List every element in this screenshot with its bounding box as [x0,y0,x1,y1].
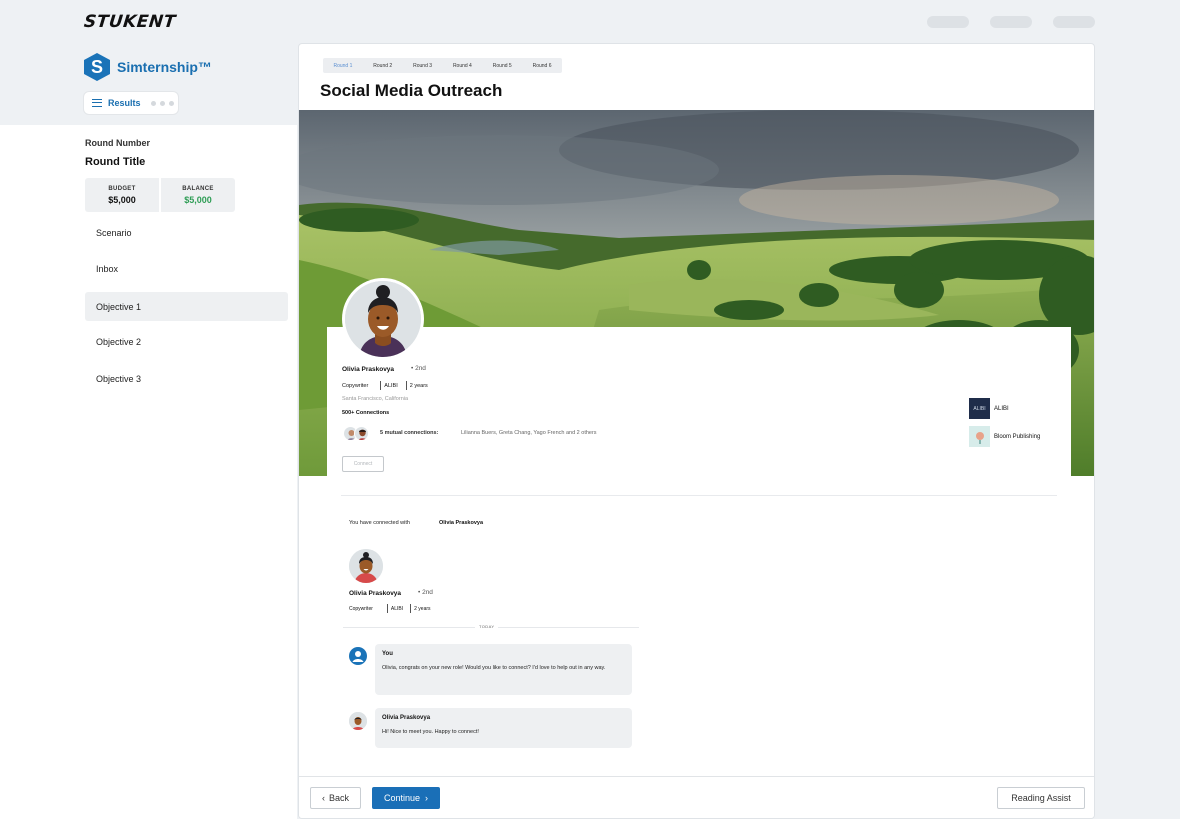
connected-name: Olivia Praskovya [439,520,484,526]
tab-round-6[interactable]: Round 6 [522,63,562,69]
top-nav-placeholder-2[interactable] [990,16,1032,28]
continue-label: Continue [383,793,421,803]
contact-details: Copywriter ALIBI 2 years [349,604,431,613]
chevron-right-icon: › [425,793,429,803]
message-text: Olivia, congrats on your new role! Would… [382,665,606,671]
simternship-brand: S Simternship™ [84,53,212,81]
profile-card [327,327,1071,476]
connect-button[interactable]: Connect [342,456,384,472]
sidebar-item-objective-2[interactable]: Objective 2 [85,327,288,356]
brand-name: Simternship™ [117,59,212,75]
message-bubble: Olivia Praskovya Hi! Nice to meet you. H… [375,708,632,748]
tab-round-1[interactable]: Round 1 [323,63,363,69]
contact-company: ALIBI [390,605,404,612]
budget-label: BUDGET [108,185,136,192]
company-name: Bloom Publishing [994,433,1041,440]
more-dots-icon [150,100,174,106]
profile-role: Copywriter [342,382,369,389]
message-sender: Olivia Praskovya [382,715,431,721]
mutual-connection-names: Lilianna Buers, Greta Chang, Yago French… [461,430,597,436]
tab-round-5[interactable]: Round 5 [482,63,522,69]
profile-tenure: 2 years [409,382,428,389]
round-number: Round Number [85,138,150,148]
contact-role: Copywriter [349,605,373,612]
profile-avatar[interactable] [342,278,424,360]
contact-tenure: 2 years [414,605,431,612]
back-button[interactable]: ‹ Back [310,787,361,809]
contact-message-avatar [349,712,367,730]
company-alibi[interactable]: ALIBI ALIBI [969,398,1009,419]
menu-icon [92,99,102,107]
profile-location: Santa Francisco, California [342,396,409,402]
chevron-left-icon: ‹ [321,793,325,803]
page-title: Social Media Outreach [320,81,503,100]
round-tabs: Round 1 Round 2 Round 3 Round 4 Round 5 … [323,58,562,73]
reading-assist-button[interactable]: Reading Assist [997,787,1085,809]
top-nav-placeholder-1[interactable] [927,16,969,28]
simternship-hex-icon: S [84,53,110,81]
message-text: Hi! Nice to meet you. Happy to connect! [382,729,479,735]
sidebar-item-objective-3[interactable]: Objective 3 [85,364,288,393]
tab-round-2[interactable]: Round 2 [363,63,403,69]
continue-button[interactable]: Continue › [372,787,440,809]
message-sender: You [382,651,393,657]
main-card: Round 1 Round 2 Round 3 Round 4 Round 5 … [298,43,1095,819]
balance-value: $5,000 [184,194,212,205]
profile-company: ALIBI [384,382,398,389]
today-label: TODAY [475,624,499,629]
tab-round-3[interactable]: Round 3 [403,63,443,69]
balance-label: BALANCE [182,185,214,192]
user-avatar-icon [349,647,367,665]
sidebar-item-objective-1[interactable]: Objective 1 [85,292,288,321]
round-title: Round Title [85,156,146,168]
alibi-logo: ALIBI [969,398,990,419]
profile-details: Copywriter ALIBI 2 years [342,381,428,390]
company-bloom-publishing[interactable]: Bloom Publishing [969,426,1040,447]
contact-degree: • 2nd [418,589,433,596]
budget-value: $5,000 [108,194,136,205]
company-name: ALIBI [994,405,1009,412]
sidebar-item-inbox[interactable]: Inbox [85,254,288,283]
bloom-publishing-logo [969,426,990,447]
message-bubble: You Olivia, congrats on your new role! W… [375,644,632,695]
back-label: Back [328,793,349,803]
balance-cell: BALANCE $5,000 [159,178,235,212]
contact-avatar[interactable] [349,549,383,583]
stukent-logo: STUKENT [82,12,177,32]
contact-name[interactable]: Olivia Praskovya [349,590,401,597]
section-divider [341,495,1057,496]
footer-bar: ‹ Back Continue › Reading Assist [299,776,1094,818]
sidebar-item-scenario[interactable]: Scenario [85,218,288,247]
results-label: Results [108,98,141,108]
mutual-avatar-2 [354,426,369,441]
results-button[interactable]: Results [84,92,178,114]
budget-box: BUDGET $5,000 BALANCE $5,000 [85,178,235,212]
connected-text: You have connected with [349,520,410,526]
mutual-connections[interactable]: 5 mutual connections: [380,430,438,436]
tab-round-4[interactable]: Round 4 [442,63,482,69]
budget-cell: BUDGET $5,000 [85,178,159,212]
top-nav-placeholder-3[interactable] [1053,16,1095,28]
profile-name[interactable]: Olivia Praskovya [342,366,394,373]
profile-connections[interactable]: 500+ Connections [342,410,389,416]
profile-degree: • 2nd [411,365,426,372]
